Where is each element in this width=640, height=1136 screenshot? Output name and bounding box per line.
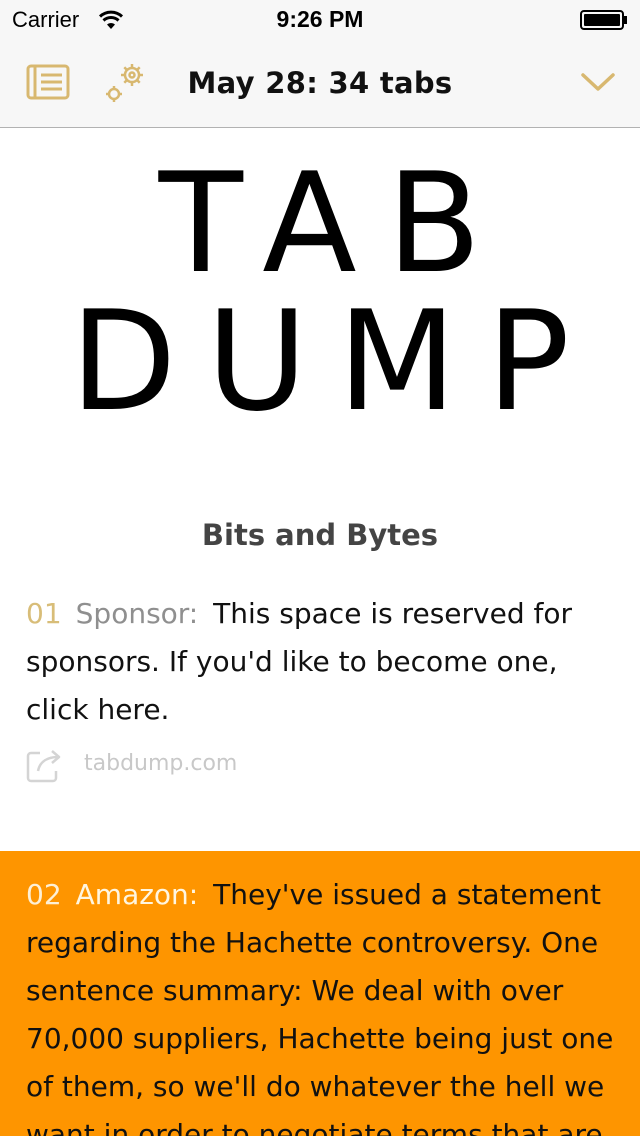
item-label: Amazon: (75, 878, 199, 911)
item-link-text[interactable]: tabdump.com (84, 751, 237, 776)
list-item[interactable]: 01 Sponsor: This space is reserved for sp… (0, 590, 640, 850)
logo-line-1: TAB (158, 143, 512, 304)
status-time: 9:26 PM (276, 6, 364, 32)
nav-title: May 28: 34 tabs (187, 66, 453, 100)
navigation-bar: May 28: 34 tabs (0, 40, 640, 128)
logo-line-2: DUMP (70, 281, 600, 442)
list-icon[interactable] (26, 62, 70, 102)
app-screen: Carrier 9:26 PM May 28: 34 tabs TAB DUMP… (0, 0, 640, 1136)
gear-icon[interactable] (102, 60, 148, 106)
status-bar: Carrier 9:26 PM (0, 0, 640, 40)
section-title: Bits and Bytes (201, 518, 439, 552)
list-item[interactable]: 02 Amazon: They've issued a statement reg… (0, 851, 640, 1136)
battery-icon (580, 10, 627, 30)
item-number: 01 (26, 597, 62, 630)
item-body: 02 Amazon: They've issued a statement reg… (26, 851, 614, 1136)
item-body: 01 Sponsor: This space is reserved for sp… (26, 590, 614, 734)
item-text: They've issued a statement regarding the… (26, 878, 614, 1136)
tab-dump-logo: TAB DUMP (0, 155, 640, 431)
item-number: 02 (26, 878, 62, 911)
share-icon[interactable] (26, 747, 62, 783)
item-label: Sponsor: (75, 597, 199, 630)
chevron-down-icon[interactable] (580, 70, 616, 94)
